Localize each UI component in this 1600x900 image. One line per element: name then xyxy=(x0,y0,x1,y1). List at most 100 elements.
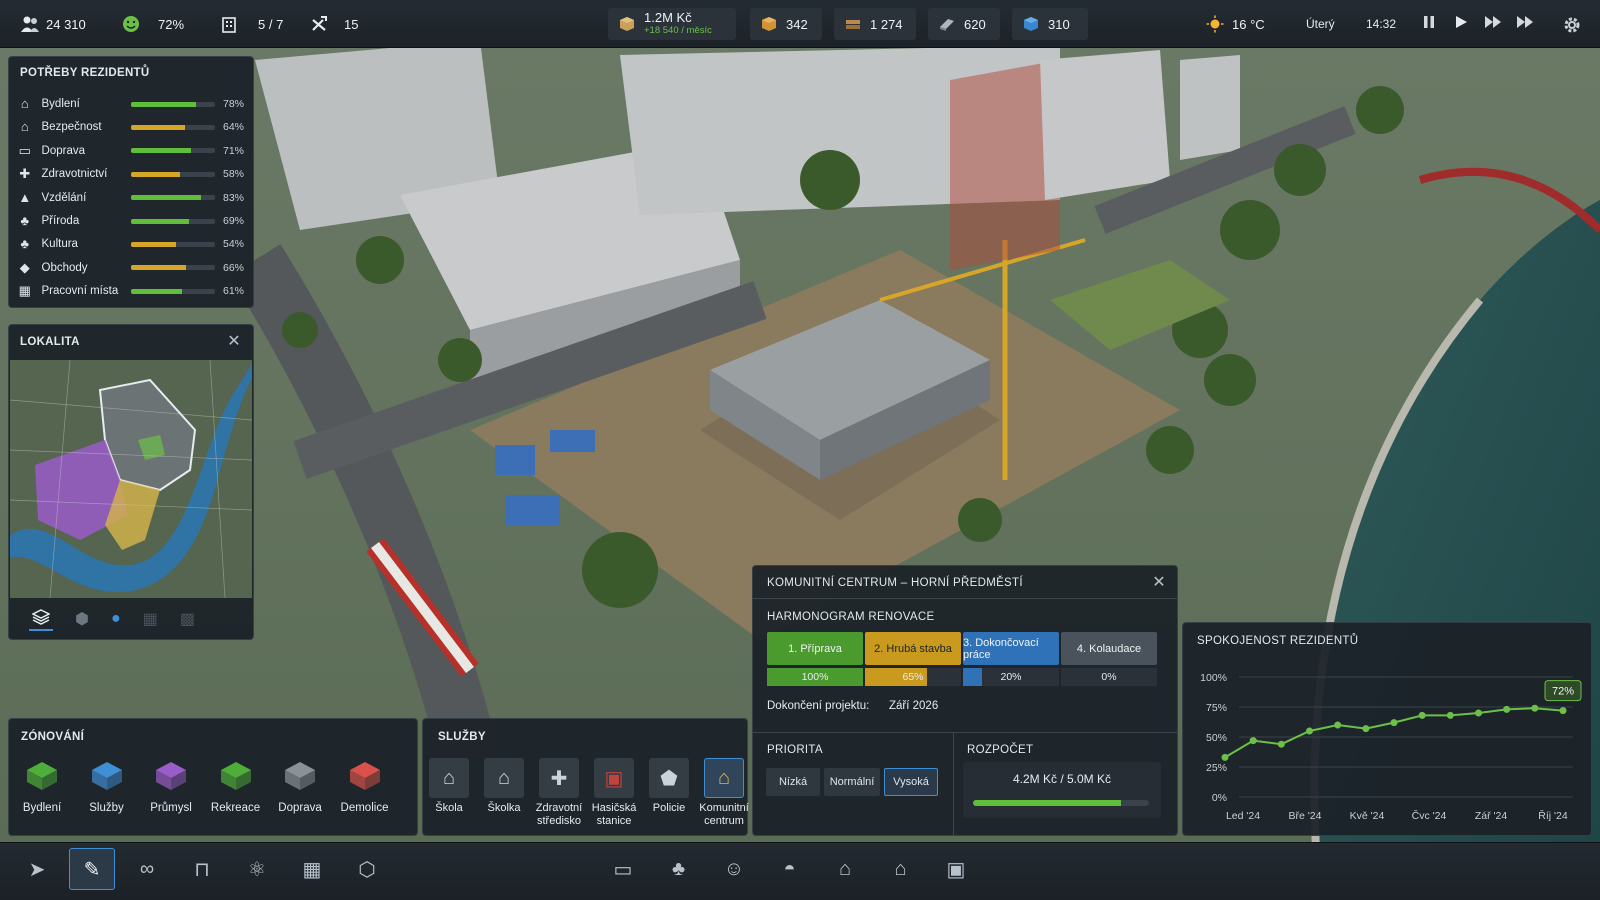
zone-button-3[interactable]: Průmysl xyxy=(141,758,201,814)
car-icon: ▭ xyxy=(18,142,31,158)
need-row-9[interactable]: ▦ Pracovní místa 61% xyxy=(16,283,244,299)
play-button[interactable] xyxy=(1446,8,1476,40)
fast-forward-icon xyxy=(1484,15,1502,33)
resource-bricks[interactable]: 342 xyxy=(750,8,822,40)
stage-3[interactable]: 3. Dokončovací práce xyxy=(963,632,1059,665)
tool-button-houses[interactable]: ⌂ xyxy=(822,848,868,890)
grid-layer-button[interactable]: ▩ xyxy=(180,609,195,629)
community-center-icon: ⌂ xyxy=(704,758,744,798)
population-stat[interactable]: 24 310 xyxy=(10,8,96,40)
population-value: 24 310 xyxy=(46,16,86,32)
tool-button-select[interactable]: ➤ xyxy=(14,848,60,890)
tool-button-crowd[interactable]: ☺ xyxy=(711,848,757,890)
fast-forward-button[interactable] xyxy=(1478,8,1508,40)
fastest-speed-button[interactable] xyxy=(1510,8,1540,40)
budget-progress-bar xyxy=(973,800,1149,806)
cube-frame-icon: ⬡ xyxy=(358,858,376,881)
need-row-1[interactable]: ⌂ Bydlení 78% xyxy=(16,96,244,112)
need-row-8[interactable]: ◆ Obchody 66% xyxy=(16,260,244,276)
water-layer-button[interactable]: ● xyxy=(111,610,121,628)
stage-4[interactable]: 4. Kolaudace xyxy=(1061,632,1157,665)
priority-option-2[interactable]: Normální xyxy=(824,768,880,796)
need-value: 58% xyxy=(223,168,245,181)
settings-button[interactable] xyxy=(1558,8,1584,40)
workers-stat[interactable]: 15 xyxy=(300,8,368,40)
stage-1[interactable]: 1. Příprava xyxy=(767,632,863,665)
data-point xyxy=(1475,709,1482,717)
theater-icon: ♣ xyxy=(20,236,30,252)
happiness-stat[interactable]: 72% xyxy=(112,8,194,40)
resource-glass[interactable]: 310 xyxy=(1012,8,1088,40)
priority-option-1[interactable]: Nízká xyxy=(766,768,820,796)
service-label: Zdravotní středisko xyxy=(535,802,583,827)
zone-layer-button[interactable]: ⬢ xyxy=(75,609,89,629)
traffic-layer-button[interactable]: ▦ xyxy=(143,609,158,629)
service-button-3[interactable]: ✚ Zdravotní středisko xyxy=(533,758,585,828)
close-locality-button[interactable]: ✕ xyxy=(227,333,241,350)
service-button-4[interactable]: ▣ Hasičská stanice xyxy=(588,758,640,828)
stage-2[interactable]: 2. Hrubá stavba xyxy=(865,632,961,665)
service-button-2[interactable]: ⌂ Školka xyxy=(478,758,530,815)
tool-button-building[interactable]: ▦ xyxy=(289,848,335,890)
zone-button-2[interactable]: Služby xyxy=(77,758,137,814)
tool-button-cube-frame[interactable]: ⬡ xyxy=(344,848,390,890)
zone-label: Služby xyxy=(89,802,124,814)
tool-button-school-building[interactable]: ⌂ xyxy=(878,848,924,890)
need-value: 71% xyxy=(223,144,245,157)
fire-station-icon: ▣ xyxy=(594,758,634,798)
priority-option-3[interactable]: Vysoká xyxy=(884,768,938,796)
weather-stat[interactable]: 16 °C xyxy=(1196,8,1275,40)
resource-wood[interactable]: 1 274 xyxy=(834,8,916,40)
service-button-6[interactable]: ⌂ Komunitní centrum xyxy=(698,758,750,828)
service-button-1[interactable]: ⌂ Škola xyxy=(423,758,475,815)
y-tick-label: 0% xyxy=(1212,792,1227,804)
need-bar-fill xyxy=(131,241,177,247)
wood-planks-icon xyxy=(844,15,862,33)
zone-button-5[interactable]: Doprava xyxy=(270,758,330,814)
zone-button-6[interactable]: Demolice xyxy=(335,758,395,814)
minimap[interactable] xyxy=(10,360,252,598)
tool-button-bench[interactable]: ⊓ xyxy=(179,848,225,890)
stage-progress-value: 20% xyxy=(1000,671,1022,683)
health-center-icon: ✚ xyxy=(539,758,579,798)
need-label: Bezpečnost xyxy=(41,121,102,134)
grid-icon: ▩ xyxy=(179,611,195,628)
tool-button-sign[interactable]: ▭ xyxy=(600,848,646,890)
tool-button-brush[interactable]: ✎ xyxy=(69,848,115,890)
stage-progress-3: 20% xyxy=(963,668,1059,686)
close-icon: ✕ xyxy=(227,333,241,350)
need-row-7[interactable]: ♣ Kultura 54% xyxy=(16,236,244,252)
tool-button-molecule[interactable]: ⚛ xyxy=(234,848,280,890)
money-stat[interactable]: 1.2M Kč +18 540 / měsíc xyxy=(608,8,736,40)
pause-button[interactable] xyxy=(1414,8,1444,40)
stage-progress-1: 100% xyxy=(767,668,863,686)
x-tick-label: Bře '24 xyxy=(1289,810,1322,822)
resource-steel[interactable]: 620 xyxy=(928,8,1000,40)
stage-progress-4: 0% xyxy=(1061,668,1157,686)
need-row-6[interactable]: ♣ Příroda 69% xyxy=(16,213,244,229)
tool-button-box[interactable]: ▣ xyxy=(933,848,979,890)
stage-progress-fill xyxy=(963,668,983,686)
need-bar xyxy=(131,218,215,224)
y-tick-label: 75% xyxy=(1206,702,1227,714)
fastest-forward-icon xyxy=(1516,15,1534,33)
zone-button-1[interactable]: Bydlení xyxy=(12,758,72,814)
buildings-stat[interactable]: 5 / 7 xyxy=(210,8,293,40)
zone-button-4[interactable]: Rekreace xyxy=(206,758,266,814)
recreation-zone-icon xyxy=(218,758,254,794)
need-row-2[interactable]: ⌂ Bezpečnost 64% xyxy=(16,119,244,135)
need-row-3[interactable]: ▭ Doprava 71% xyxy=(16,143,244,159)
close-project-button[interactable]: ✕ xyxy=(1152,575,1166,591)
need-row-5[interactable]: ▲ Vzdělání 83% xyxy=(16,190,244,206)
layers-button[interactable] xyxy=(29,607,53,631)
stage-progress-value: 100% xyxy=(801,671,829,683)
satisfaction-line xyxy=(1224,707,1564,759)
need-row-4[interactable]: ✚ Zdravotnictví 58% xyxy=(16,166,244,182)
need-bar-fill xyxy=(131,288,183,294)
tool-button-tree[interactable]: ♣ xyxy=(656,848,702,890)
tool-button-dome[interactable]: ◓ xyxy=(767,848,813,890)
gear-icon xyxy=(1562,15,1580,33)
need-bar xyxy=(131,195,215,201)
service-button-5[interactable]: ⬟ Policie xyxy=(643,758,695,815)
tool-button-link[interactable]: ∞ xyxy=(124,848,170,890)
